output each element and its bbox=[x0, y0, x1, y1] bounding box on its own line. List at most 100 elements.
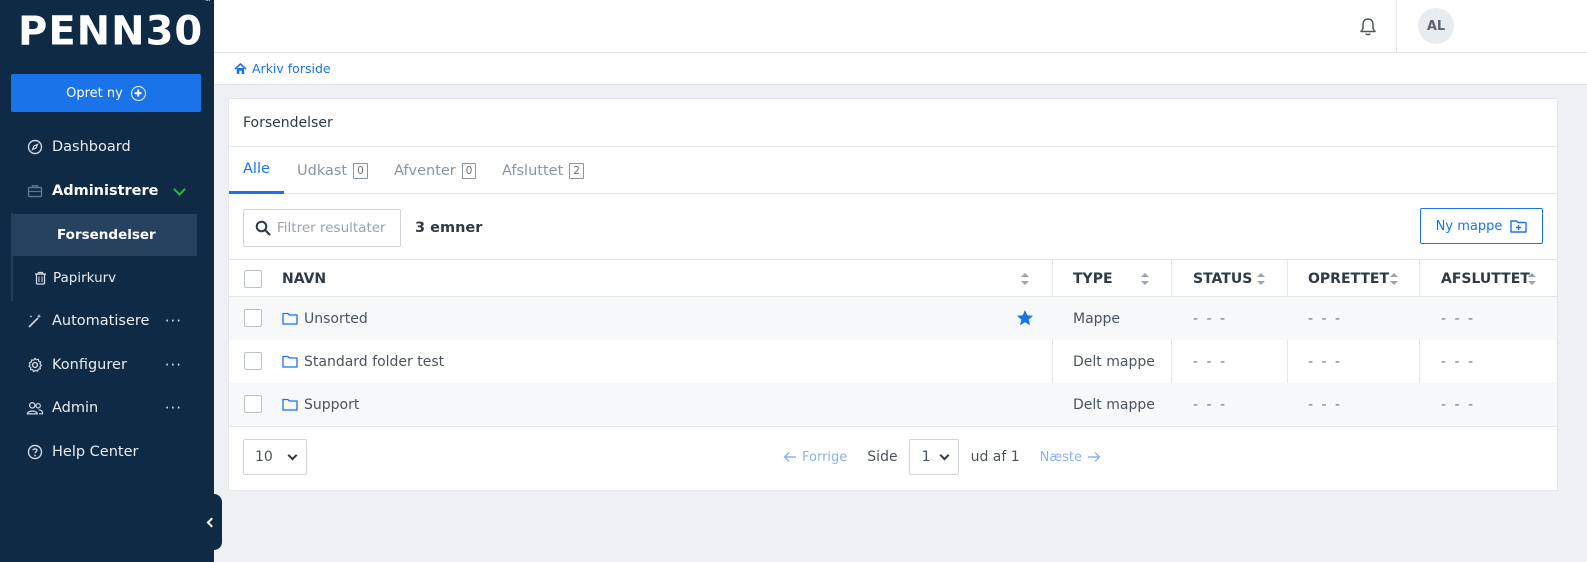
tab-afventer[interactable]: Afventer 0 bbox=[394, 147, 477, 194]
card-title: Forsendelser bbox=[229, 99, 1557, 147]
row-checkbox[interactable] bbox=[244, 352, 262, 370]
bell-icon[interactable] bbox=[1359, 17, 1377, 37]
next-page-link[interactable]: Næste bbox=[1040, 450, 1101, 465]
search-icon bbox=[255, 220, 271, 236]
column-header-status[interactable]: STATUS bbox=[1193, 260, 1252, 298]
sidebar-item-admin[interactable]: Admin ··· bbox=[0, 388, 214, 428]
tab-label: Afsluttet bbox=[502, 162, 564, 179]
folder-plus-icon bbox=[1510, 220, 1528, 233]
sidebar-item-label: Admin bbox=[52, 400, 99, 416]
tab-label: Udkast bbox=[297, 162, 348, 179]
sort-icon[interactable] bbox=[1390, 273, 1398, 285]
name-cell[interactable]: Unsorted bbox=[282, 297, 368, 340]
table-row[interactable]: Support Delt mappe - - - - - - - - - bbox=[229, 383, 1557, 426]
completed-cell: - - - bbox=[1441, 353, 1476, 370]
type-cell: Delt mappe bbox=[1073, 396, 1155, 413]
compass-icon bbox=[26, 138, 44, 156]
row-name: Unsorted bbox=[304, 310, 368, 327]
created-cell: - - - bbox=[1308, 396, 1343, 413]
sidebar-item-label: Dashboard bbox=[52, 139, 131, 155]
briefcase-icon bbox=[26, 182, 44, 200]
magic-wand-icon bbox=[26, 312, 44, 330]
pagination: Forrige Side 1 ud af 1 Næste bbox=[783, 439, 1101, 475]
chevron-left-icon bbox=[206, 517, 217, 527]
logo-tm: ™ bbox=[204, 0, 213, 6]
tab-label: Alle bbox=[243, 161, 270, 177]
column-header-oprettet[interactable]: OPRETTET bbox=[1308, 260, 1389, 298]
star-icon[interactable] bbox=[1016, 309, 1034, 327]
create-new-button[interactable]: Opret ny bbox=[11, 74, 201, 112]
sort-icon[interactable] bbox=[1141, 273, 1149, 285]
arrow-right-icon bbox=[1088, 452, 1101, 462]
tab-udkast[interactable]: Udkast 0 bbox=[297, 147, 368, 194]
sidebar-item-help-center[interactable]: Help Center bbox=[0, 432, 214, 472]
sidebar-subitem-label: Papirkurv bbox=[53, 270, 117, 286]
tab-label: Afventer bbox=[394, 162, 456, 179]
type-cell: Delt mappe bbox=[1073, 353, 1155, 370]
folder-icon bbox=[282, 312, 298, 325]
sidebar-item-automatisere[interactable]: Automatisere ··· bbox=[0, 301, 214, 341]
table-row[interactable]: Unsorted Mappe - - - - - - - - - bbox=[229, 297, 1557, 340]
sidebar-subitem-label: Forsendelser bbox=[57, 227, 156, 243]
chevron-down-icon bbox=[173, 183, 186, 196]
column-header-afsluttet[interactable]: AFSLUTTET bbox=[1441, 260, 1530, 298]
sort-icon[interactable] bbox=[1528, 273, 1536, 285]
home-icon bbox=[234, 62, 247, 74]
tab-alle[interactable]: Alle bbox=[229, 147, 284, 194]
more-icon[interactable]: ··· bbox=[165, 399, 182, 417]
row-checkbox[interactable] bbox=[244, 395, 262, 413]
more-icon[interactable]: ··· bbox=[165, 312, 182, 330]
sidebar-item-administrere[interactable]: Administrere bbox=[0, 171, 214, 211]
help-circle-icon bbox=[26, 443, 44, 461]
tab-afsluttet[interactable]: Afsluttet 2 bbox=[502, 147, 584, 194]
select-all-checkbox[interactable] bbox=[244, 270, 262, 288]
filter-input[interactable] bbox=[277, 220, 397, 236]
sidebar-subitem-papirkurv[interactable]: Papirkurv bbox=[13, 257, 197, 299]
logo-text: PENN30 bbox=[18, 8, 204, 55]
chevron-down-icon bbox=[287, 450, 298, 461]
created-cell: - - - bbox=[1308, 353, 1343, 370]
created-cell: - - - bbox=[1308, 310, 1343, 327]
table-header: NAVN TYPE STATUS OPRETTET AFSLUTTET bbox=[229, 259, 1557, 426]
sidebar-item-label: Konfigurer bbox=[52, 357, 127, 373]
column-header-navn[interactable]: NAVN bbox=[282, 260, 326, 298]
arrow-left-icon bbox=[783, 452, 796, 462]
column-header-type[interactable]: TYPE bbox=[1073, 260, 1113, 298]
create-new-label: Opret ny bbox=[66, 85, 123, 101]
sidebar-item-dashboard[interactable]: Dashboard bbox=[0, 127, 214, 167]
page-of-label: ud af 1 bbox=[970, 449, 1020, 465]
row-name: Standard folder test bbox=[304, 353, 445, 370]
page-size-select[interactable]: 10 bbox=[243, 439, 307, 475]
sidebar: PENN30™ Opret ny Dashboard Administrere … bbox=[0, 0, 214, 562]
completed-cell: - - - bbox=[1441, 310, 1476, 327]
next-label: Næste bbox=[1039, 449, 1083, 465]
name-cell[interactable]: Support bbox=[282, 383, 359, 426]
sort-icon[interactable] bbox=[1021, 273, 1029, 285]
tabs: Alle Udkast 0 Afventer 0 Afsluttet 2 bbox=[229, 147, 1557, 194]
type-cell: Mappe bbox=[1073, 310, 1121, 327]
tab-count-badge: 0 bbox=[353, 162, 368, 179]
sidebar-item-konfigurer[interactable]: Konfigurer ··· bbox=[0, 345, 214, 385]
more-icon[interactable]: ··· bbox=[165, 356, 182, 374]
table-bottom-border bbox=[229, 426, 1557, 427]
previous-page-link[interactable]: Forrige bbox=[783, 450, 847, 465]
collapse-sidebar-button[interactable] bbox=[198, 494, 222, 550]
status-cell: - - - bbox=[1193, 396, 1228, 413]
table-row[interactable]: Standard folder test Delt mappe - - - - … bbox=[229, 340, 1557, 383]
sidebar-subitem-forsendelser[interactable]: Forsendelser bbox=[13, 214, 197, 256]
completed-cell: - - - bbox=[1441, 396, 1476, 413]
name-cell[interactable]: Standard folder test bbox=[282, 340, 444, 383]
row-name: Support bbox=[304, 396, 360, 413]
page-select[interactable]: 1 bbox=[908, 439, 959, 475]
new-folder-button[interactable]: Ny mappe bbox=[1420, 208, 1543, 244]
sidebar-item-label: Automatisere bbox=[52, 313, 150, 329]
breadcrumb[interactable]: Arkiv forside bbox=[214, 53, 1587, 85]
users-icon bbox=[26, 399, 44, 417]
filter-field[interactable] bbox=[243, 209, 401, 247]
chevron-down-icon bbox=[939, 450, 950, 461]
avatar[interactable]: AL bbox=[1418, 8, 1454, 44]
sort-icon[interactable] bbox=[1257, 273, 1265, 285]
penneo-logo[interactable]: PENN30™ bbox=[18, 0, 212, 51]
row-checkbox[interactable] bbox=[244, 309, 262, 327]
sidebar-item-label: Help Center bbox=[52, 444, 139, 460]
